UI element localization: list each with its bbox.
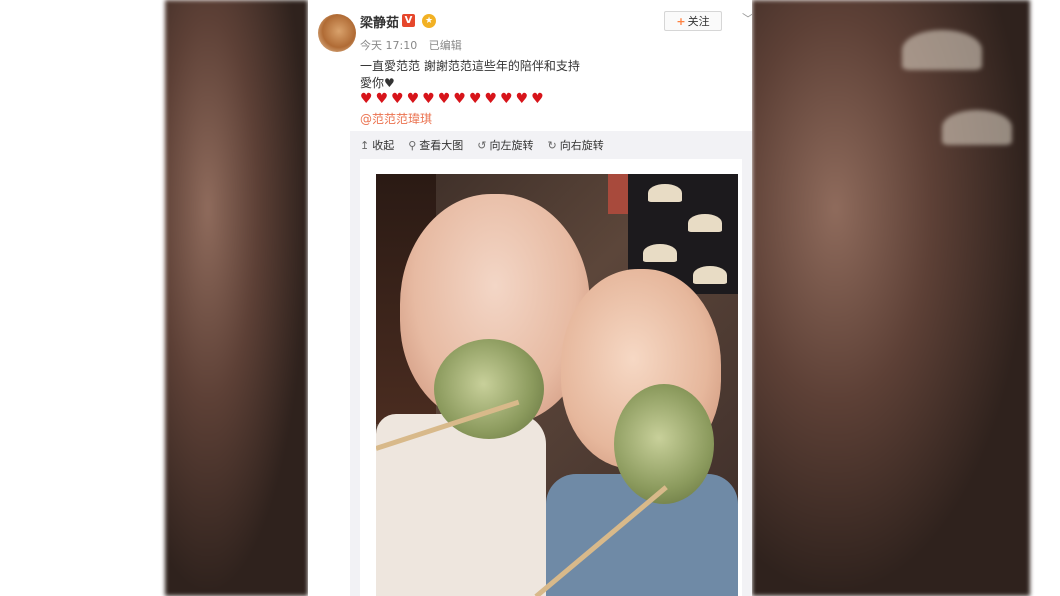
medal-icon: ★ — [422, 14, 436, 28]
rotate-left-label: 向左旋转 — [489, 139, 534, 152]
photo-frame — [360, 159, 742, 596]
heart-icon: ♥ — [500, 91, 513, 107]
hearts-row: ♥ ♥ ♥ ♥ ♥ ♥ ♥ ♥ ♥ ♥ ♥ ♥ — [360, 91, 544, 107]
heart-icon: ♥ — [484, 91, 498, 107]
chevron-down-icon[interactable]: ﹀ — [742, 10, 752, 27]
follow-label: 关注 — [687, 15, 710, 28]
arrow-up-icon: ↥ — [360, 138, 370, 152]
heart-icon: ♥ — [391, 91, 404, 107]
blurred-background-right — [752, 0, 1030, 596]
heart-icon: ♥ — [375, 91, 389, 107]
post-text-line-1: 一直愛范范 謝謝范范這些年的陪伴和支持 — [360, 59, 580, 73]
heart-icon: ♥ — [515, 91, 529, 107]
fan-pattern — [693, 266, 727, 284]
username[interactable]: 梁静茹 — [360, 12, 399, 31]
mention-link[interactable]: @范范范瑋琪 — [360, 110, 432, 127]
fan-pattern — [643, 244, 677, 262]
heart-icon: ♥ — [360, 91, 373, 107]
follow-button[interactable]: + 关注 — [664, 11, 722, 31]
heart-icon: ♥ — [406, 91, 420, 107]
media-expand-panel: ↥ 收起 ⚲ 查看大图 ↺ 向左旋转 ↻ 向右旋转 — [350, 131, 752, 596]
view-large-label: 查看大图 — [419, 139, 464, 152]
post-photo[interactable] — [376, 174, 738, 596]
rotate-right-button[interactable]: ↻ 向右旋转 — [548, 137, 604, 153]
heart-icon: ♥ — [437, 91, 451, 107]
edited-label[interactable]: 已编辑 — [429, 39, 462, 52]
post-meta: 今天 17:10 已编辑 — [360, 37, 470, 53]
weibo-post-card: 梁静茹 V ★ + 关注 ﹀ 今天 17:10 已编辑 一直愛范范 謝謝范范這些… — [308, 0, 752, 596]
heart-icon: ♥ — [468, 91, 482, 107]
heart-icon: ♥ — [453, 91, 466, 107]
post-time[interactable]: 今天 17:10 — [360, 39, 417, 52]
blurred-fan-pattern — [942, 110, 1012, 145]
rotate-left-button[interactable]: ↺ 向左旋转 — [477, 137, 533, 153]
view-large-button[interactable]: ⚲ 查看大图 — [408, 137, 463, 153]
search-icon: ⚲ — [408, 138, 417, 152]
image-toolbar: ↥ 收起 ⚲ 查看大图 ↺ 向左旋转 ↻ 向右旋转 — [360, 137, 604, 153]
collapse-label: 收起 — [372, 139, 395, 152]
avatar[interactable] — [318, 14, 356, 52]
blurred-background-left — [165, 0, 308, 596]
heart-icon: ♥ — [531, 91, 544, 107]
collapse-button[interactable]: ↥ 收起 — [360, 137, 394, 153]
heart-icon: ♥ — [422, 91, 435, 107]
verified-badge-icon: V — [402, 14, 415, 27]
fan-pattern — [688, 214, 722, 232]
rotate-right-icon: ↻ — [547, 138, 557, 152]
rotate-left-icon: ↺ — [477, 138, 487, 152]
plus-icon: + — [676, 14, 686, 28]
rotate-right-label: 向右旋转 — [559, 139, 604, 152]
fan-pattern — [648, 184, 682, 202]
post-text-line-2: 愛你♥ — [360, 76, 395, 90]
blurred-fan-pattern — [902, 30, 982, 70]
